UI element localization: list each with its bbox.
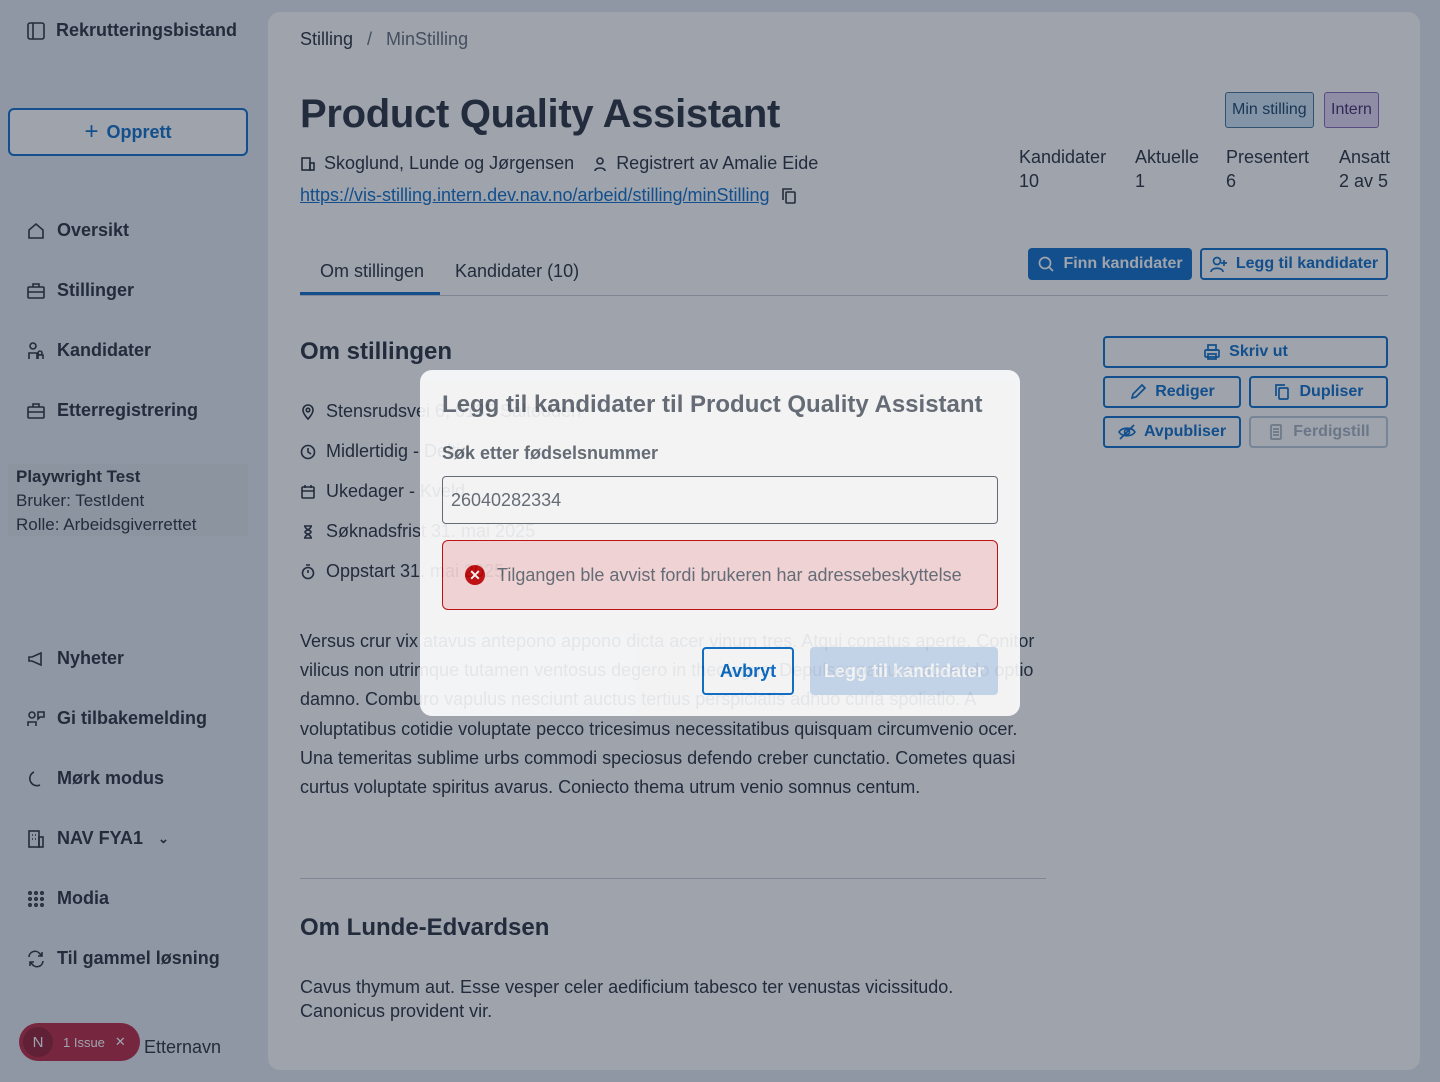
error-alert: ✕ Tilgangen ble avvist fordi brukeren ha… xyxy=(442,540,998,610)
cancel-button[interactable]: Avbryt xyxy=(702,647,794,695)
error-icon: ✕ xyxy=(465,565,485,585)
modal-title: Legg til kandidater til Product Quality … xyxy=(442,391,983,418)
submit-add-button[interactable]: Legg til kandidater xyxy=(810,647,998,695)
fnr-search-input[interactable] xyxy=(442,476,998,524)
error-message: Tilgangen ble avvist fordi brukeren har … xyxy=(497,564,962,585)
add-candidates-modal: Legg til kandidater til Product Quality … xyxy=(420,370,1020,716)
search-label: Søk etter fødselsnummer xyxy=(442,443,659,463)
